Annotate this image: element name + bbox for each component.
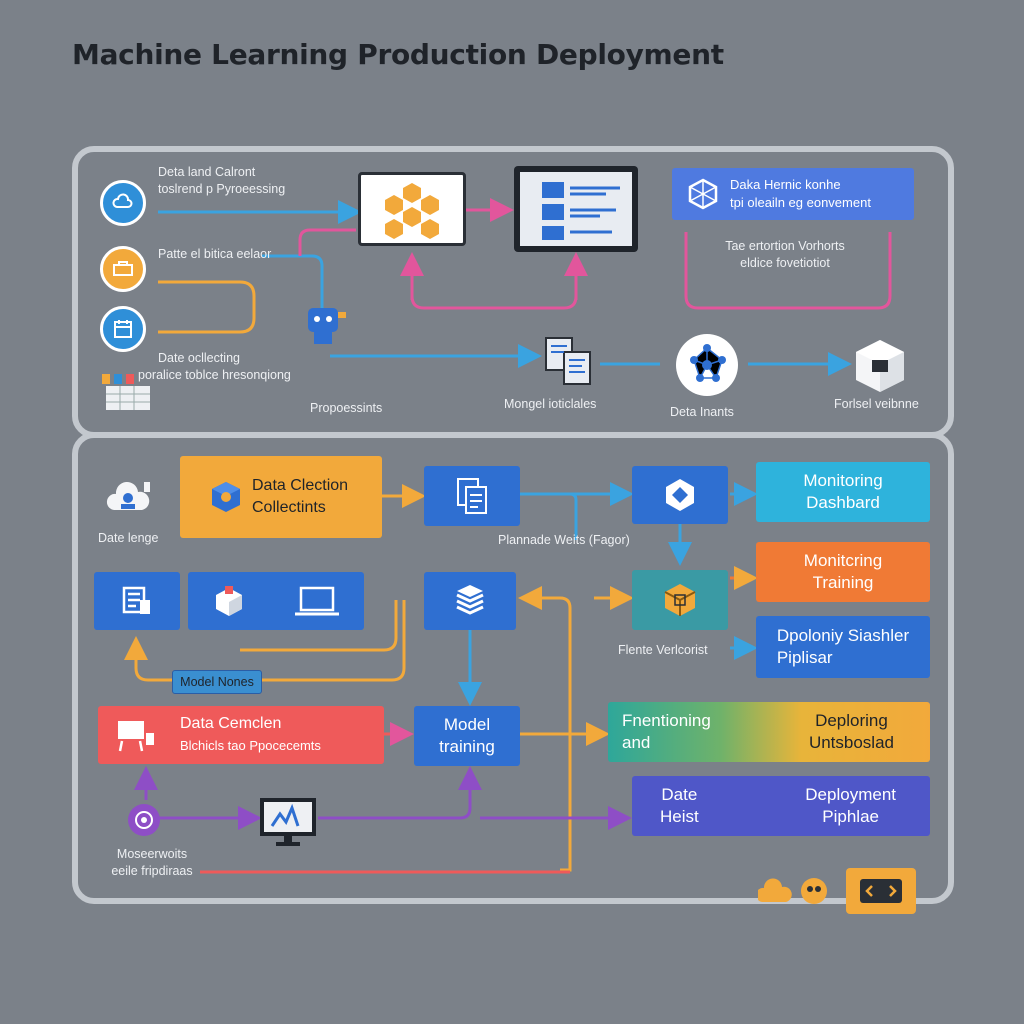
presentation-board-icon <box>118 721 154 752</box>
deploy-info-box[interactable]: Daka Hernic konhe tpi oleailn eg eonveme… <box>672 168 914 220</box>
storage-and-laptop-node[interactable] <box>188 572 364 630</box>
file-stack-icon <box>457 478 487 514</box>
date-heist-line-2: Heist <box>660 807 699 826</box>
model-training-line-2: training <box>439 737 495 756</box>
calendar-icon <box>100 306 146 352</box>
cube-network-icon <box>688 178 718 210</box>
label-date-range: Date lenge <box>98 531 159 545</box>
gem-hexagon-icon <box>666 479 694 511</box>
documents-node[interactable] <box>424 466 520 526</box>
spreadsheet-icon <box>100 372 156 412</box>
label-fostel: Forlsel veibnne <box>834 397 919 411</box>
date-heist-line-1: Date <box>661 785 698 804</box>
deploying-stasher-box[interactable]: Dpoloniy Siashler Piplisar <box>756 616 930 678</box>
feature-cube-icon <box>664 584 696 616</box>
deployment-pipeline-line-1: Deployment <box>805 785 896 804</box>
deploring-gradient-box[interactable]: Fnentioning and Deploring Untsboslad <box>608 702 930 762</box>
dashboard-panel-icon <box>520 172 632 246</box>
server-stack-icon <box>456 585 484 615</box>
form-icon <box>122 586 150 614</box>
deploy-info-line-2: tpi oleailn eg eonvement <box>730 195 871 210</box>
box-icon <box>215 586 242 616</box>
fnentioning-line-1: Fnentioning <box>622 711 711 730</box>
package-box-icon <box>852 336 908 394</box>
fingerprint-icon <box>128 804 160 836</box>
data-collection-box[interactable]: Data Clection Collectints <box>180 456 382 538</box>
monitoring-dashboard-line-1: Monitoring <box>803 471 883 490</box>
analytics-monitor-icon <box>258 796 318 848</box>
deploying-stasher-line-2: Piplisar <box>776 648 833 667</box>
deploy-info-line-1: Daka Hernic konhe <box>730 177 841 192</box>
label-merge: Mongel ioticlales <box>504 397 597 411</box>
code-icon <box>860 879 902 903</box>
code-terminal-button[interactable] <box>846 868 916 914</box>
toolbox-icon <box>100 246 146 292</box>
hexagon-node[interactable] <box>632 466 728 524</box>
deploying-stasher-line-1: Dpoloniy Siashler <box>776 626 910 645</box>
data-cemclen-line-1: Data Cemclen <box>180 715 282 732</box>
cloud-sync-icon <box>100 180 146 226</box>
monitoring-dashboard-line-2: Dashbard <box>806 493 880 512</box>
feature-cube-node[interactable] <box>632 570 728 630</box>
deploy-note: Tae ertortion Vorhorts eldice fovetiotiot <box>725 239 845 270</box>
database-node[interactable] <box>424 572 516 630</box>
cloud-user-icon <box>104 476 154 520</box>
label-meuserworks: Moseerwoits eeile fripdiraas <box>111 847 193 878</box>
data-cemclen-line-2: Blchicls tao Ppocecemts <box>180 738 321 753</box>
model-training-line-1: Model <box>443 715 491 734</box>
data-collection-line-1: Data Clection <box>252 477 349 494</box>
label-processing: Propoessints <box>310 401 383 415</box>
laptop-icon <box>294 586 339 616</box>
monitoring-training-box[interactable]: Monitcring Training <box>756 542 930 602</box>
hexagon-network-icon <box>385 183 439 239</box>
deployment-pipeline-line-2: Piphlae <box>822 807 879 826</box>
data-cemclen-box[interactable]: Data Cemclen Blchicls tao Ppocecemts <box>98 706 384 764</box>
deployment-pipeline-box[interactable]: Date Heist Deployment Piphlae <box>632 776 930 836</box>
monitoring-dashboard-box[interactable]: Monitoring Dashbard <box>756 462 930 522</box>
monitoring-training-line-2: Training <box>812 573 874 592</box>
documents-icon <box>540 334 596 390</box>
label-pattern: Patte el bitica eelaor <box>158 247 272 261</box>
model-network-screen <box>358 172 466 246</box>
label-data-and-processing: Deta land Calront toslrend p Pyroeessing <box>158 165 286 196</box>
neural-cluster-icon <box>676 334 738 396</box>
deploring-line-2: Untsboslad <box>808 733 894 752</box>
model-nodes-tag[interactable]: Model Nones <box>172 670 262 694</box>
model-training-box[interactable]: Model training <box>414 706 520 766</box>
robot-icon <box>298 298 350 348</box>
cube-icon <box>212 482 240 512</box>
monitoring-training-line-1: Monitcring <box>803 551 883 570</box>
form-node[interactable] <box>94 572 180 630</box>
label-planned: Plannade Weits (Fagor) <box>498 533 630 547</box>
label-flente: Flente Verlcorist <box>618 643 708 657</box>
label-data-inputs: Deta Inants <box>670 405 734 419</box>
deploring-line-1: Deploring <box>815 711 888 730</box>
dashboard-monitor <box>514 166 638 252</box>
fnentioning-line-2: and <box>622 733 651 752</box>
label-data-collecting: Date ocllecting poralice toblce hresonqio… <box>138 351 291 382</box>
data-collection-line-2: Collectints <box>252 499 326 516</box>
cloud-settings-icons <box>755 874 830 908</box>
